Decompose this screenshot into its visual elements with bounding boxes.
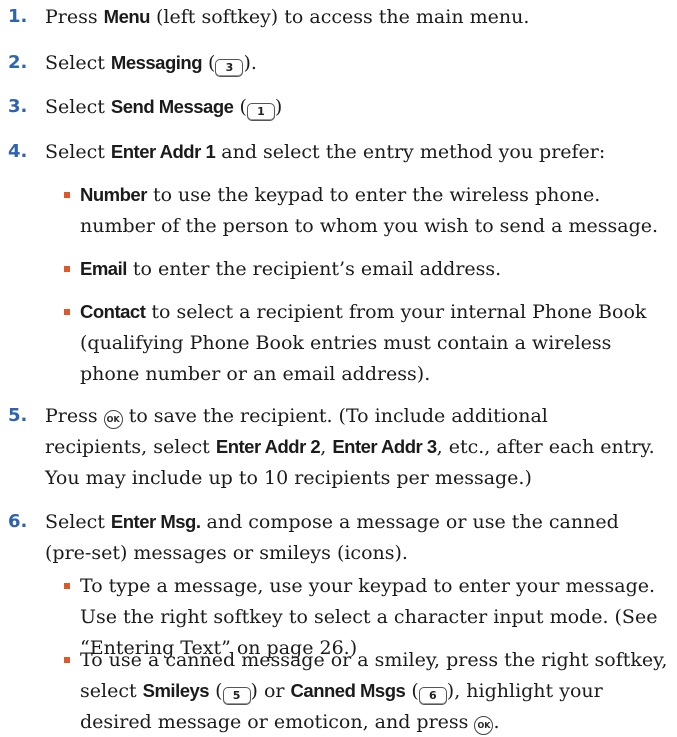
text-run: ,	[320, 436, 333, 458]
text-run: , etc., after each entry.	[436, 436, 655, 458]
line-content: To type a message, use your keypad to en…	[80, 571, 655, 601]
bold-term: Canned Msgs	[290, 680, 406, 701]
keypad-key-icon: 1	[246, 103, 275, 121]
text-run: You may include up to 10 recipients per …	[45, 467, 532, 489]
text-run: (	[209, 680, 223, 702]
line-content: Number to use the keypad to enter the wi…	[80, 180, 600, 210]
line-content: Press Menu (left softkey) to access the …	[45, 2, 529, 32]
line-content: phone number or an email address).	[80, 359, 430, 389]
line-content: Select Send Message (1)	[45, 92, 282, 122]
text-run: recipients, select	[45, 436, 216, 458]
bold-term: Enter Addr 3	[332, 436, 437, 457]
step-number: 3.	[8, 96, 28, 117]
text-run: (	[233, 96, 247, 118]
bold-term: Email	[80, 258, 127, 279]
step-number: 6.	[8, 511, 28, 532]
bold-term: Enter Msg.	[110, 511, 201, 532]
text-run: select	[80, 680, 143, 702]
line-content: To use a canned message or a smiley, pre…	[80, 645, 667, 675]
line-content: (pre-set) messages or smileys (icons).	[45, 538, 408, 568]
text-run: Select	[45, 52, 111, 74]
bold-term: Number	[80, 184, 147, 205]
bullet-marker	[64, 309, 70, 315]
text-run: .	[493, 711, 500, 733]
text-run: Press	[45, 405, 104, 427]
text-run: (	[405, 680, 419, 702]
text-run: (pre-set) messages or smileys (icons).	[45, 542, 408, 564]
step-number: 2.	[8, 52, 28, 73]
line-content: recipients, select Enter Addr 2, Enter A…	[45, 432, 655, 462]
bold-term: Smileys	[142, 680, 210, 701]
bold-term: Enter Addr 2	[215, 436, 321, 457]
text-run: ) or	[250, 680, 291, 702]
line-content: Press OK to save the recipient. (To incl…	[45, 401, 548, 431]
ok-button-icon: OK	[103, 410, 123, 429]
bullet-marker	[64, 583, 70, 589]
step-number: 1.	[8, 6, 28, 27]
bold-term: Contact	[80, 301, 146, 322]
text-run: number of the person to whom you wish to…	[80, 215, 659, 237]
step-number: 5.	[8, 405, 28, 426]
line-content: Select Messaging (3).	[45, 48, 257, 78]
text-run: (	[202, 52, 216, 74]
keypad-key-icon: 6	[418, 687, 447, 705]
line-content: Email to enter the recipient’s email add…	[80, 254, 501, 284]
text-run: desired message or emoticon, and press	[80, 711, 475, 733]
line-content: Select Enter Msg. and compose a message …	[45, 507, 619, 537]
keypad-key-icon: 3	[215, 59, 244, 77]
line-content: Select Enter Addr 1 and select the entry…	[45, 137, 605, 167]
line-content: (qualifying Phone Book entries must cont…	[80, 328, 611, 358]
text-run: Select	[45, 141, 111, 163]
text-run: to enter the recipient’s email address.	[126, 258, 502, 280]
text-run: (qualifying Phone Book entries must cont…	[80, 332, 612, 354]
bold-term: Enter Addr 1	[110, 141, 216, 162]
line-content: select Smileys (5) or Canned Msgs (6), h…	[80, 676, 603, 706]
text-run: Select	[45, 511, 111, 533]
line-content: You may include up to 10 recipients per …	[45, 463, 532, 493]
bullet-marker	[64, 266, 70, 272]
text-run: Press	[45, 6, 104, 28]
keypad-key-icon: 5	[222, 687, 251, 705]
text-run: to select a recipient from your internal…	[145, 301, 647, 323]
text-run: to use the keypad to enter the wireless …	[146, 184, 601, 206]
text-run: To use a canned message or a smiley, pre…	[80, 649, 668, 671]
text-run: ), highlight your	[446, 680, 603, 702]
bold-term: Messaging	[110, 52, 203, 73]
line-content: number of the person to whom you wish to…	[80, 211, 658, 241]
step-number: 4.	[8, 141, 28, 162]
text-run: and select the entry method you prefer:	[215, 141, 606, 163]
text-run: and compose a message or use the canned	[200, 511, 619, 533]
text-run: (left softkey) to access the main menu.	[149, 6, 530, 28]
text-run: to save the recipient. (To include addit…	[122, 405, 548, 427]
bold-term: Menu	[103, 6, 151, 27]
text-run: )	[274, 96, 283, 118]
line-content: Contact to select a recipient from your …	[80, 297, 646, 327]
text-run: phone number or an email address).	[80, 363, 431, 385]
text-run: To type a message, use your keypad to en…	[80, 575, 656, 597]
text-run: Use the right softkey to select a charac…	[80, 606, 658, 628]
text-run: Select	[45, 96, 111, 118]
bullet-marker	[64, 657, 70, 663]
text-run: ).	[243, 52, 257, 74]
bullet-marker	[64, 192, 70, 198]
line-content: Use the right softkey to select a charac…	[80, 602, 657, 632]
bold-term: Send Message	[110, 96, 234, 117]
line-content: desired message or emoticon, and press O…	[80, 707, 500, 737]
